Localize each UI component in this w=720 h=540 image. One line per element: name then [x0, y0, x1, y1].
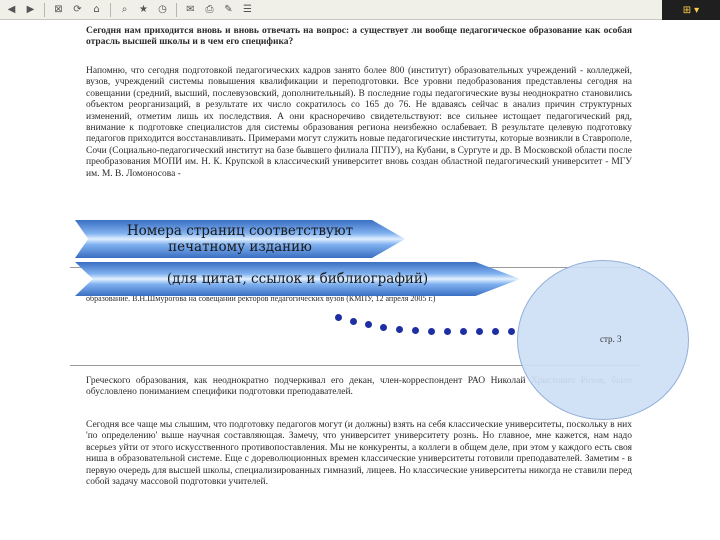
pointer-dot [444, 328, 451, 335]
paragraph-question: Сегодня нам приходится вновь и вновь отв… [86, 26, 632, 48]
search-icon[interactable]: ⌕ [117, 2, 132, 17]
banner-line-2: печатному изданию [168, 239, 312, 255]
toolbar-separator [44, 2, 45, 17]
pointer-dot [380, 324, 387, 331]
stop-icon[interactable]: ⊠ [51, 2, 66, 17]
toolbar-separator [176, 2, 177, 17]
discuss-icon[interactable]: ☰ [240, 2, 255, 17]
pointer-dot [412, 327, 419, 334]
page-number-banner: Номера страниц соответствуют печатному и… [75, 220, 405, 258]
pointer-dot [396, 326, 403, 333]
windows-logo-area: ⊞ ▾ [662, 0, 720, 20]
banner-line-1: Номера страниц соответствуют [126, 223, 354, 239]
home-icon[interactable]: ⌂ [89, 2, 104, 17]
paragraph-universities: Сегодня все чаще мы слышим, что подготов… [86, 420, 632, 488]
citation-banner: (для цитат, ссылок и библиографий) [75, 262, 520, 296]
banner-text: (для цитат, ссылок и библиографий) [166, 271, 429, 287]
history-icon[interactable]: ◷ [155, 2, 170, 17]
pointer-dot [335, 314, 342, 321]
mail-icon[interactable]: ✉ [183, 2, 198, 17]
arrow-left-icon[interactable]: ◀ [4, 2, 19, 17]
edit-icon[interactable]: ✎ [221, 2, 236, 17]
browser-toolbar: ◀ ▶ ⊠ ⟳ ⌂ ⌕ ★ ◷ ✉ ⎙ ✎ ☰ ⊞ ▾ [0, 0, 720, 20]
print-icon[interactable]: ⎙ [202, 2, 217, 17]
pointer-dot [350, 318, 357, 325]
paragraph-main: Напомню, что сегодня подготовкой педагог… [86, 66, 632, 179]
pointer-dot [508, 328, 515, 335]
tray-arrow-icon[interactable]: ▾ [694, 5, 699, 16]
pointer-dot [492, 328, 499, 335]
refresh-icon[interactable]: ⟳ [70, 2, 85, 17]
pointer-dot [476, 328, 483, 335]
windows-logo-icon: ⊞ [682, 4, 692, 16]
arrow-right-icon[interactable]: ▶ [23, 2, 38, 17]
pointer-dot [365, 321, 372, 328]
pointer-dot [460, 328, 467, 335]
favorites-icon[interactable]: ★ [136, 2, 151, 17]
toolbar-separator [110, 2, 111, 17]
page-number: стр. 3 [600, 334, 622, 344]
pointer-dot [428, 328, 435, 335]
